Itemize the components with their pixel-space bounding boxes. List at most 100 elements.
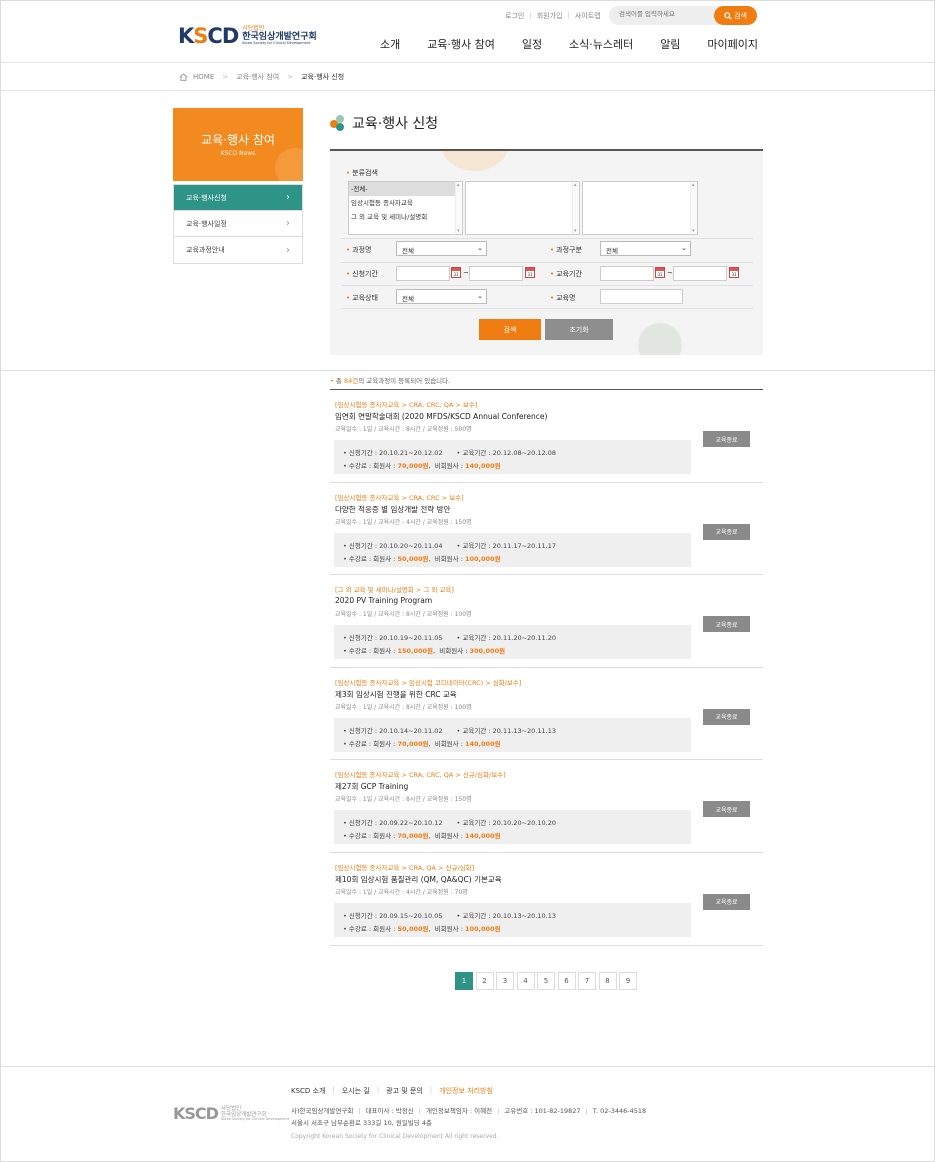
footer-address: 사)한국임상개발연구회 | 대표이사 : 박정신 | 개인정보책임자 : 이혜전 | 고유번… [291,1105,646,1129]
page-button[interactable]: 1 [455,972,473,990]
apply-period-label: • 신청기간 [346,270,378,278]
apply-period: 20.10.21~20.12.02 [379,449,443,457]
breadcrumb-level1[interactable]: 교육·행사 참여 [236,72,279,82]
listbox-scrollbar[interactable] [690,182,697,234]
sitemap-link[interactable]: 사이트맵 [575,11,601,21]
page-button[interactable]: 8 [598,972,617,990]
status-badge[interactable]: 교육종료 [703,801,750,818]
footer-link-ads[interactable]: 광고 및 문의 [386,1086,423,1096]
nonmember-fee: 100,000원 [464,554,501,563]
status-select[interactable]: 전체 ⌄ [396,289,487,304]
footer-links: KSCD 소개 | 오시는 길 | 광고 및 문의 | 개인정보 처리방침 [291,1086,493,1096]
list-item[interactable]: [임상시험등 종사자교육 > CRA, CRC, QA > 보수] 임연회 연말학… [330,390,763,483]
course-title[interactable]: 제27회 GCP Training [335,781,408,792]
course-list: [임상시험등 종사자교육 > CRA, CRC, QA > 보수] 임연회 연말학… [330,389,763,946]
nav-about[interactable]: 소개 [380,36,400,52]
search-button-label: 검색 [734,11,747,20]
calendar-icon[interactable]: 31 [655,267,665,278]
breadcrumb-home[interactable]: HOME [193,73,214,81]
course-type-select[interactable]: 전체 ⌄ [600,241,691,256]
separator: | [567,11,570,19]
listbox-scrollbar[interactable] [455,182,462,234]
sidebar-item-apply[interactable]: 교육·행사신청 › [174,185,302,211]
sidebar-item-course-guide[interactable]: 교육과정안내 › [174,237,302,263]
edu-start-input[interactable] [600,266,654,281]
category-option[interactable]: 임상시험등 종사자교육 [349,196,462,210]
status-badge[interactable]: 교육종료 [703,708,750,725]
list-item[interactable]: [임상시험등 종사자교육 > CRA, CRC > 보수] 다양한 적응증 별 임… [330,483,763,576]
course-title[interactable]: 임연회 연말학술대회 (2020 MFDS/KSCD Annual Confer… [335,411,547,422]
page-button[interactable]: 5 [537,972,555,990]
status-badge[interactable]: 교육종료 [703,431,750,447]
list-item[interactable]: [그 외 교육 및 세미나/설명회 > 그 외 교육] 2020 PV Train… [330,575,763,668]
category-option[interactable]: 그 외 교육 및 세미나/설명회 [349,210,462,224]
sidebar-subtitle: KSCD News [220,150,256,157]
divider [341,285,753,286]
list-item[interactable]: [임상시험등 종사자교육 > 임상시험 코디네이터(CRC) > 심화/보수] 제… [330,668,763,761]
footer-logo-mark: KSCD [173,1104,219,1123]
edu-name-label: • 교육명 [550,294,576,302]
footer-link-about[interactable]: KSCD 소개 [291,1086,325,1096]
page-button[interactable]: 3 [496,972,514,990]
chevron-right-icon: › [286,244,290,256]
footer: KSCD 소개 | 오시는 길 | 광고 및 문의 | 개인정보 처리방침 KSCD … [1,1066,934,1161]
calendar-icon[interactable]: 31 [451,267,461,278]
detail-category-listbox[interactable] [582,181,698,235]
search-icon [724,11,732,20]
signup-link[interactable]: 회원가입 [537,11,563,21]
footer-link-privacy[interactable]: 개인정보 처리방침 [439,1086,493,1096]
status-badge[interactable]: 교육종료 [703,523,750,540]
page-button[interactable]: 2 [475,972,494,990]
page-button[interactable]: 7 [578,972,596,990]
search-input[interactable] [619,10,709,18]
main-nav: 소개 교육·행사 참여 일정 소식·뉴스레터 알림 마이페이지 [380,36,758,52]
home-icon [179,73,188,81]
course-title[interactable]: 2020 PV Training Program [335,596,432,605]
filter-search-button[interactable]: 검색 [479,319,541,340]
course-title[interactable]: 제3회 임상시험 진행을 위한 CRC 교육 [335,689,457,700]
page-button[interactable]: 6 [557,972,576,990]
footer-link-location[interactable]: 오시는 길 [342,1086,370,1096]
status-badge[interactable]: 교육종료 [703,616,750,633]
section-divider [1,370,934,371]
nav-education[interactable]: 교육·행사 참여 [427,36,495,52]
course-title[interactable]: 다양한 적응증 별 임상개발 전략 방안 [335,504,450,515]
status-badge[interactable]: 교육종료 [703,893,750,910]
subcategory-listbox[interactable] [465,181,580,235]
sidebar-item-label: 교육·행사일정 [186,219,227,228]
calendar-icon[interactable]: 31 [729,267,739,278]
member-fee: 150,000원 [397,647,434,656]
nav-news[interactable]: 소식·뉴스레터 [569,36,633,52]
edu-end-input[interactable] [673,266,727,281]
listbox-scrollbar[interactable] [572,182,579,234]
course-info-box: • 신청기간 : 20.09.22~20.10.12 • 교육기간 : 20.10… [334,810,691,845]
apply-end-input[interactable] [469,266,523,281]
header-search: 검색 [609,6,757,25]
category-listbox[interactable]: -전체- 임상시험등 종사자교육 그 외 교육 및 세미나/설명회 [348,181,463,235]
list-item[interactable]: [임상시험등 종사자교육 > CRA, QA > 신규/심화] 제10회 임상시험… [330,853,763,946]
reset-button[interactable]: 초기화 [545,319,613,340]
course-period-row: • 신청기간 : 20.10.14~20.11.02 • 교육기간 : 20.11… [343,726,556,735]
course-meta: 교육일수 : 1일 / 교육시간 : 8시간 / 교육정원 : 100명 [335,611,472,619]
sidebar-item-schedule[interactable]: 교육·행사일정 › [174,211,302,237]
course-fee-row: • 수강료 : 회원사 : 70,000원, 비회원사 : 140,000원 [343,832,501,841]
search-button[interactable]: 검색 [714,6,757,25]
category-option[interactable]: -전체- [349,182,462,196]
edu-name-input[interactable] [600,289,683,304]
login-link[interactable]: 로그인 [505,11,524,21]
page-button[interactable]: 4 [516,972,535,990]
page-button[interactable]: 9 [619,972,637,990]
site-logo[interactable]: KSCD 사단법인 한국임상개발연구회 Korea Society for Cl… [178,24,317,48]
course-info-box: • 신청기간 : 20.10.19~20.11.05 • 교육기간 : 20.11… [334,625,691,660]
apply-start-input[interactable] [396,266,450,281]
nav-mypage[interactable]: 마이페이지 [707,36,758,52]
footer-logo-en: Korea Society for Clinical Development [220,1116,290,1121]
course-category: [그 외 교육 및 세미나/설명회 > 그 외 교육] [335,586,454,595]
sidebar-header: 교육·행사 참여 KSCD News [173,108,303,181]
list-item[interactable]: [임상시험등 종사자교육 > CRA, CRC, QA > 신규/심화/보수] 제… [330,760,763,853]
course-title[interactable]: 제10회 임상시험 품질관리 (QM, QA&QC) 기본교육 [335,874,502,885]
calendar-icon[interactable]: 31 [525,267,535,278]
course-select[interactable]: 전체 ⌄ [396,241,487,256]
nav-notice[interactable]: 알림 [660,36,680,52]
nav-schedule[interactable]: 일정 [522,36,542,52]
